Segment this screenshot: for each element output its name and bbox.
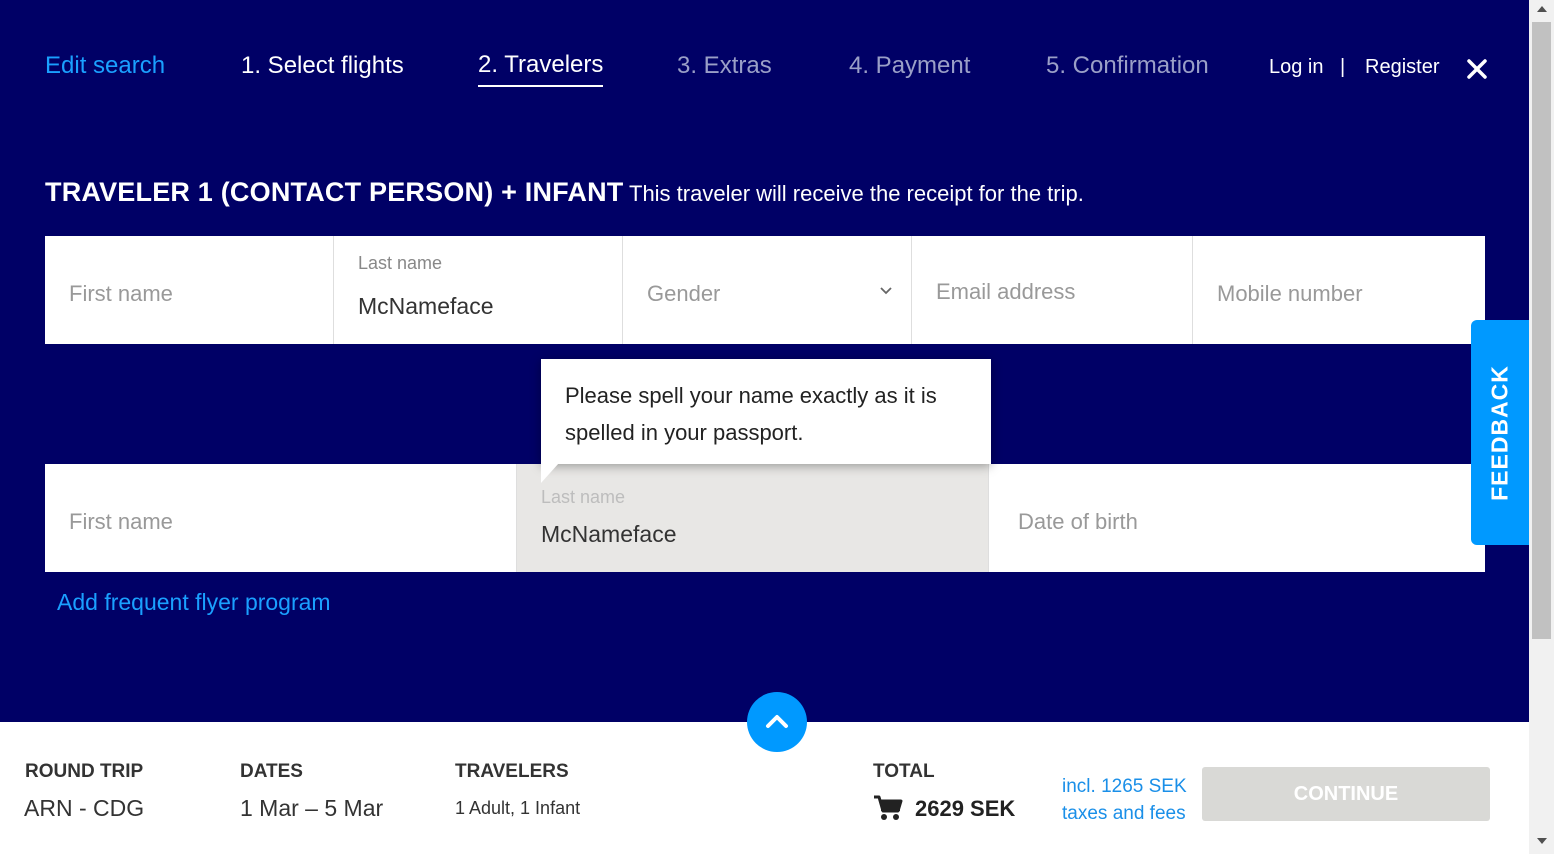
date-of-birth-field[interactable]: Date of birth: [989, 464, 1485, 572]
taxes-and-fees-link[interactable]: incl. 1265 SEK taxes and fees: [1062, 773, 1202, 827]
infant-last-name-field: Last name McNameface: [517, 464, 989, 572]
last-name-value: McNameface: [358, 293, 494, 319]
edit-search-link[interactable]: Edit search: [45, 52, 165, 80]
step-payment: 4. Payment: [849, 52, 971, 79]
gender-select[interactable]: Gender: [623, 236, 912, 344]
dates-value: 1 Mar – 5 Mar: [240, 795, 384, 821]
scrollbar-thumb[interactable]: [1532, 22, 1551, 639]
first-name-placeholder: First name: [69, 281, 173, 306]
feedback-tab[interactable]: FEEDBACK: [1471, 320, 1529, 545]
login-link[interactable]: Log in: [1269, 56, 1324, 79]
step-select-flights[interactable]: 1. Select flights: [241, 52, 404, 80]
adult-last-name-field[interactable]: Last name McNameface: [334, 236, 623, 344]
infant-traveler-form: First name Last name McNameface Date of …: [45, 464, 1485, 572]
scroll-down-arrow-icon[interactable]: [1537, 838, 1547, 844]
scroll-up-button[interactable]: [747, 692, 807, 752]
adult-first-name-field[interactable]: First name: [45, 236, 334, 344]
last-name-label: Last name: [358, 253, 443, 273]
register-link[interactable]: Register: [1365, 56, 1439, 79]
step-extras: 3. Extras: [677, 52, 772, 79]
infant-last-name-label: Last name: [541, 487, 626, 507]
step-travelers-active: 2. Travelers: [478, 51, 604, 87]
scroll-up-arrow-icon[interactable]: [1537, 6, 1547, 12]
chevron-down-icon: [880, 287, 892, 295]
infant-first-name-placeholder: First name: [69, 509, 173, 534]
page-scrollbar[interactable]: [1529, 0, 1554, 854]
trip-type-label: ROUND TRIP: [25, 761, 144, 782]
dob-placeholder: Date of birth: [1018, 509, 1138, 534]
tooltip-text: Please spell your name exactly as it is …: [565, 383, 937, 445]
feedback-label: FEEDBACK: [1486, 364, 1513, 501]
travelers-value: 1 Adult, 1 Infant: [455, 798, 581, 818]
mobile-field[interactable]: Mobile number: [1193, 236, 1485, 344]
auth-separator: |: [1340, 56, 1346, 78]
add-frequent-flyer-link[interactable]: Add frequent flyer program: [57, 589, 331, 616]
total-label: TOTAL: [873, 761, 935, 782]
adult-traveler-form: First name Last name McNameface Gender E…: [45, 236, 1485, 344]
continue-button[interactable]: CONTINUE: [1202, 767, 1490, 821]
total-price: 2629 SEK: [915, 796, 1016, 821]
gender-placeholder: Gender: [647, 281, 721, 306]
email-placeholder: Email address: [936, 279, 1076, 304]
email-field[interactable]: Email address: [912, 236, 1193, 344]
traveler-section-title: TRAVELER 1 (CONTACT PERSON) + INFANT: [45, 177, 624, 207]
close-icon[interactable]: [1464, 56, 1490, 82]
cart-icon: [874, 795, 903, 820]
tooltip-tail: [541, 463, 559, 483]
chevron-up-icon: [766, 715, 788, 728]
traveler-section-subtitle: This traveler will receive the receipt f…: [629, 181, 1084, 206]
booking-page: Edit search 1. Select flights 2. Travele…: [0, 0, 1529, 854]
infant-first-name-field[interactable]: First name: [45, 464, 517, 572]
travelers-label: TRAVELERS: [455, 761, 569, 782]
mobile-placeholder: Mobile number: [1217, 281, 1363, 306]
step-confirmation: 5. Confirmation: [1046, 52, 1209, 79]
route-value: ARN - CDG: [24, 795, 145, 821]
infant-last-name-value: McNameface: [541, 521, 677, 547]
name-spelling-tooltip: Please spell your name exactly as it is …: [541, 359, 991, 483]
dates-label: DATES: [240, 761, 303, 782]
